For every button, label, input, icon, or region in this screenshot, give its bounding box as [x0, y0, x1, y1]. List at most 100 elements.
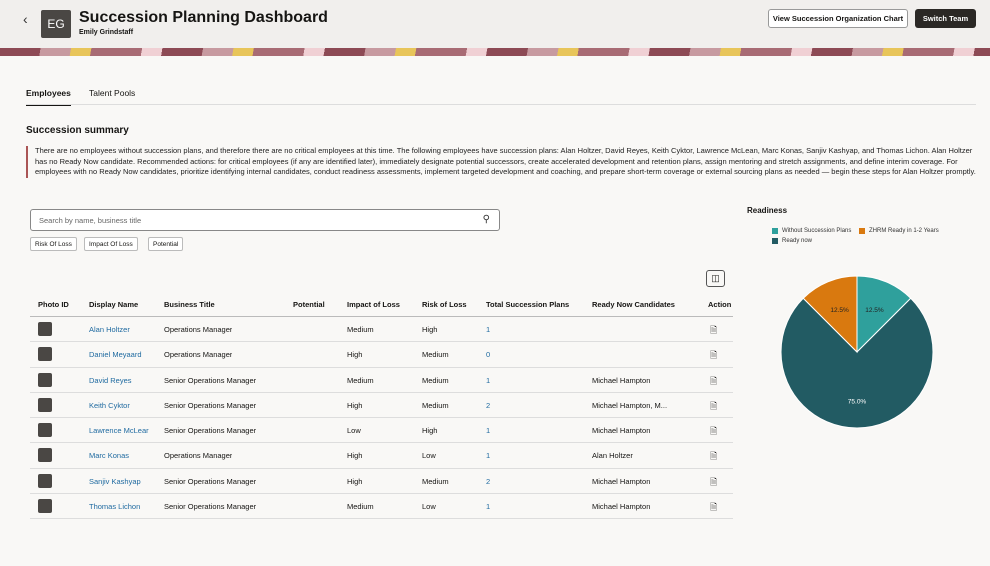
document-icon[interactable]: 🗎: [710, 449, 717, 465]
employee-photo: [38, 423, 52, 438]
cell-risk: Medium: [422, 476, 449, 486]
cell-risk: Medium: [422, 400, 449, 410]
employee-photo: [38, 473, 52, 488]
cell-name[interactable]: David Reyes: [89, 376, 159, 385]
cell-impact: Medium: [347, 325, 374, 334]
cell-name[interactable]: Alan Holtzer: [89, 325, 159, 334]
document-icon[interactable]: 🗎: [710, 424, 717, 440]
cell-ready: Michael Hampton: [592, 476, 651, 486]
cell-impact: Low: [347, 426, 361, 436]
legend-label: Ready now: [782, 238, 813, 244]
filter-impact-of-loss[interactable]: Impact Of Loss: [84, 237, 138, 251]
column-header[interactable]: Risk of Loss: [422, 300, 467, 309]
pie-data-label: 75.0%: [848, 398, 867, 405]
table-row: Thomas Lichon Senior Operations Manager Me…: [30, 494, 733, 520]
cell-ready: Michael Hampton, M...: [592, 400, 668, 410]
cell-plans[interactable]: 1: [486, 325, 490, 334]
cell-ready: Michael Hampton: [592, 502, 651, 512]
cell-risk: Medium: [422, 350, 449, 360]
employees-table: Photo ID Display Name Business Title Potent…: [30, 294, 733, 520]
cell-plans[interactable]: 1: [486, 376, 490, 385]
switch-team-button[interactable]: Switch Team: [915, 9, 976, 28]
cell-risk: Low: [422, 502, 436, 512]
cell-title: Senior Operations Manager: [164, 476, 257, 486]
cell-impact: High: [347, 350, 363, 360]
document-icon[interactable]: 🗎: [710, 399, 717, 415]
cell-risk: High: [422, 426, 438, 436]
decorative-banner: [0, 48, 990, 56]
search-placeholder: Search by name, business title: [39, 216, 142, 225]
cell-title: Operations Manager: [164, 325, 233, 334]
cell-impact: Medium: [347, 375, 374, 385]
cell-plans[interactable]: 1: [486, 426, 490, 435]
column-header[interactable]: Impact of Loss: [347, 300, 400, 309]
chevron-left-icon[interactable]: ‹: [23, 11, 28, 27]
column-header[interactable]: Action: [708, 300, 731, 309]
cell-ready: Michael Hampton: [592, 426, 651, 436]
cell-ready: Alan Holtzer: [592, 451, 633, 461]
column-header[interactable]: Display Name: [89, 300, 138, 309]
filter-potential[interactable]: Potential: [148, 237, 184, 251]
column-header[interactable]: Photo ID: [38, 300, 69, 309]
legend-swatch: [772, 228, 778, 234]
cell-plans[interactable]: 1: [486, 451, 490, 460]
cell-name[interactable]: Sanjiv Kashyap: [89, 477, 159, 486]
employee-photo: [38, 347, 52, 362]
tab-talent-pools[interactable]: Talent Pools: [89, 88, 135, 98]
cell-title: Senior Operations Manager: [164, 426, 257, 436]
employee-photo: [38, 322, 52, 336]
columns-icon[interactable]: ◫: [706, 270, 725, 287]
document-icon[interactable]: 🗎: [710, 348, 717, 364]
cell-title: Operations Manager: [164, 350, 233, 360]
document-icon[interactable]: 🗎: [710, 500, 717, 516]
cell-risk: Medium: [422, 375, 449, 385]
cell-name[interactable]: Thomas Lichon: [89, 502, 159, 511]
divider: [26, 104, 976, 105]
cell-impact: Medium: [347, 502, 374, 512]
table-row: Daniel Meyaard Operations Manager High Medi…: [30, 342, 733, 368]
column-header[interactable]: Ready Now Candidates: [592, 300, 675, 309]
column-header[interactable]: Business Title: [164, 300, 215, 309]
cell-title: Senior Operations Manager: [164, 375, 257, 385]
legend-swatch: [772, 238, 778, 244]
table-row: Lawrence McLear Senior Operations Manager…: [30, 418, 733, 444]
filter-risk-of-loss[interactable]: Risk Of Loss: [30, 237, 77, 251]
search-icon[interactable]: ⚲: [483, 214, 490, 225]
cell-name[interactable]: Marc Konas: [89, 451, 159, 460]
page-header: ‹ EG Succession Planning Dashboard Emily…: [0, 0, 990, 48]
employee-photo: [38, 397, 52, 412]
summary-heading: Succession summary: [26, 125, 129, 136]
pie-data-label: 12.5%: [830, 307, 849, 314]
table-row: Alan Holtzer Operations Manager Medium High…: [30, 317, 733, 343]
page-subtitle: Emily Grindstaff: [79, 29, 134, 36]
document-icon[interactable]: 🗎: [710, 374, 717, 390]
cell-plans[interactable]: 2: [486, 477, 490, 486]
cell-plans[interactable]: 1: [486, 502, 490, 511]
cell-name[interactable]: Daniel Meyaard: [89, 350, 159, 359]
document-icon[interactable]: 🗎: [710, 323, 717, 339]
document-icon[interactable]: 🗎: [710, 475, 717, 491]
cell-impact: High: [347, 476, 363, 486]
view-succession-org-chart-button[interactable]: View Succession Organization Chart: [768, 9, 908, 28]
table-row: Keith Cyktor Senior Operations Manager Hig…: [30, 393, 733, 419]
search-input[interactable]: Search by name, business title ⚲: [30, 209, 500, 231]
avatar: EG: [41, 10, 71, 38]
legend-ready-now[interactable]: Ready now: [772, 238, 812, 244]
cell-name[interactable]: Keith Cyktor: [89, 401, 159, 410]
page-title: Succession Planning Dashboard: [79, 9, 328, 26]
cell-plans[interactable]: 2: [486, 401, 490, 410]
legend-ready-1-2-years[interactable]: ZHRM Ready in 1-2 Years: [859, 228, 939, 234]
table-row: David Reyes Senior Operations Manager Medi…: [30, 368, 733, 393]
readiness-pie-chart: 12.5% 75.0% 12.5%: [780, 275, 934, 429]
column-header[interactable]: Total Succession Plans: [486, 300, 569, 309]
employee-photo: [38, 448, 52, 463]
cell-title: Operations Manager: [164, 451, 233, 461]
cell-plans[interactable]: 0: [486, 350, 490, 359]
cell-risk: Low: [422, 451, 436, 461]
cell-impact: High: [347, 451, 363, 461]
legend-without-succession-plans[interactable]: Without Succession Plans: [772, 228, 851, 234]
table-row: Sanjiv Kashyap Senior Operations Manager H…: [30, 469, 733, 495]
column-header[interactable]: Potential: [293, 300, 325, 309]
cell-name[interactable]: Lawrence McLear: [89, 426, 159, 435]
cell-ready: Michael Hampton: [592, 375, 651, 385]
